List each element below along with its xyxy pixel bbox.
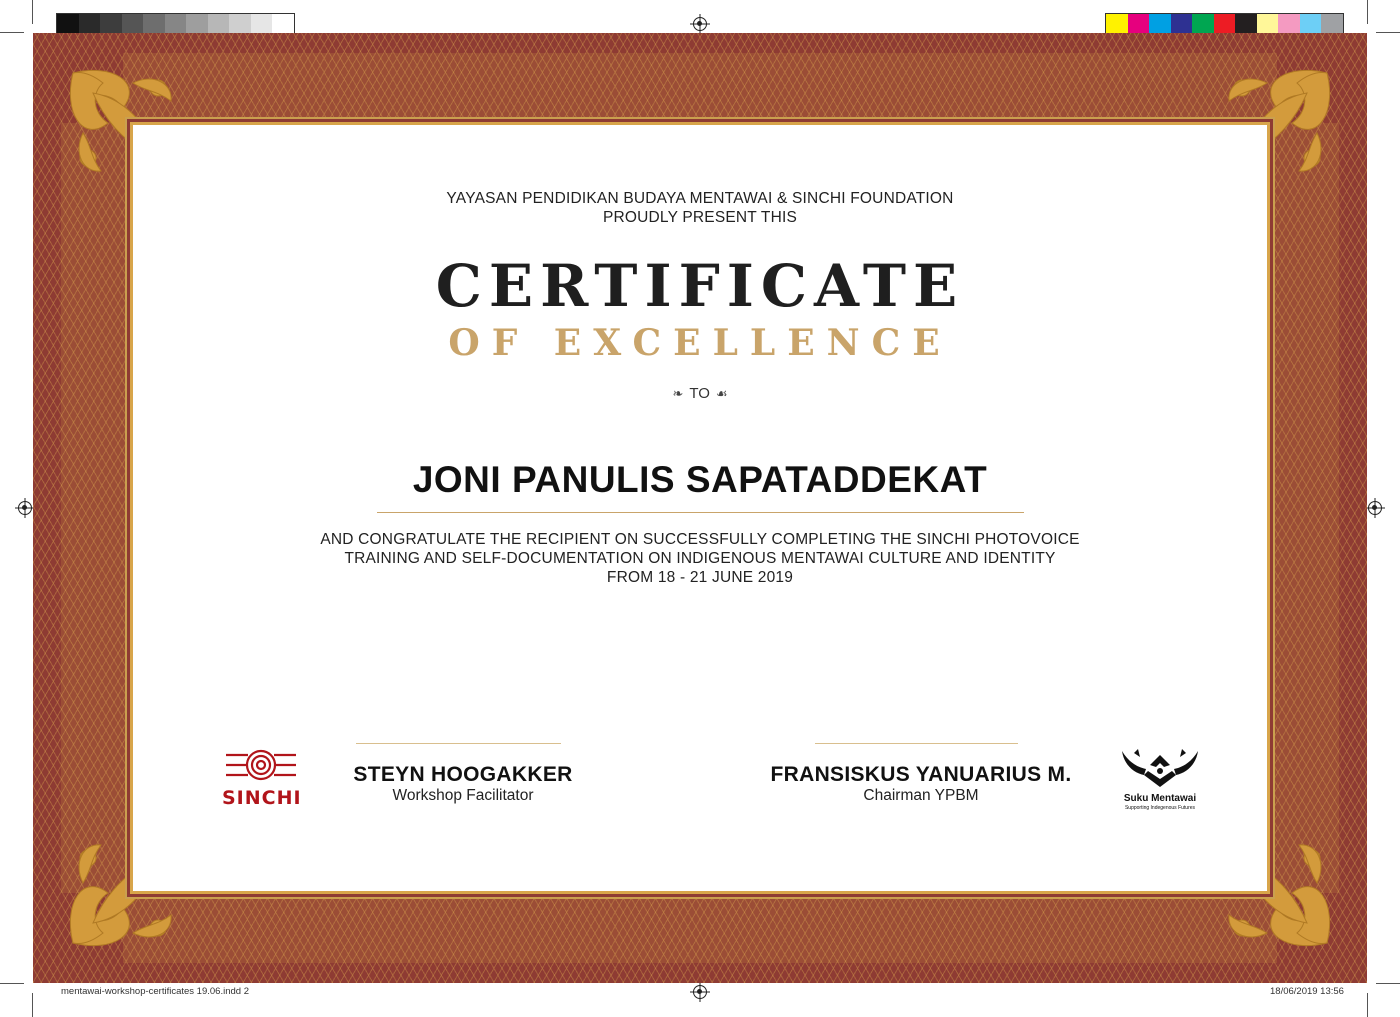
registration-mark-icon [1368, 501, 1382, 515]
body-line: TRAINING AND SELF-DOCUMENTATION ON INDIG… [344, 550, 1056, 567]
crop-mark [32, 993, 33, 1017]
registration-mark-icon [693, 17, 707, 31]
signatory-role-left: Workshop Facilitator [392, 787, 534, 804]
ornamental-band-left [61, 123, 127, 893]
body-line: AND CONGRATULATE THE RECIPIENT ON SUCCES… [320, 531, 1080, 548]
suku-mentawai-wordmark: Suku Mentawai [1123, 793, 1197, 804]
ornamental-band-top [123, 53, 1277, 119]
suku-mentawai-emblem-icon [1122, 749, 1198, 787]
slug-file-info: mentawai-workshop-certificates 19.06.ind… [61, 986, 249, 997]
certificate-panel [133, 125, 1267, 891]
slug-timestamp: 18/06/2019 13:56 [1270, 986, 1344, 997]
signatory-name-right: FRANSISKUS YANUARIUS M. [770, 763, 1072, 786]
presenter-text: YAYASAN PENDIDIKAN BUDAYA MENTAWAI & SIN… [0, 189, 1400, 227]
ornamental-band-right [1273, 123, 1339, 893]
registration-mark-icon [18, 501, 32, 515]
flourish-right-icon: ☙ [715, 387, 728, 402]
signature-line-left [356, 743, 561, 744]
recipient-name: JONI PANULIS SAPATADDEKAT [412, 459, 988, 500]
registration-mark-icon [693, 985, 707, 999]
crop-mark [0, 983, 24, 984]
sinchi-emblem-icon [226, 749, 296, 781]
certificate-title: CERTIFICATE [435, 252, 965, 320]
signatory-name-left: STEYN HOOGAKKER [353, 763, 573, 786]
crop-mark [32, 0, 33, 24]
body-line: FROM 18 - 21 JUNE 2019 [606, 569, 794, 586]
presenter-line: YAYASAN PENDIDIKAN BUDAYA MENTAWAI & SIN… [446, 190, 954, 207]
crop-mark [0, 32, 24, 33]
to-label: TO [689, 385, 710, 402]
certificate-subtitle: OF EXCELLENCE [448, 322, 952, 364]
suku-mentawai-tagline: Supporting Indegenous Futures [1124, 805, 1196, 811]
signature-line-right [815, 743, 1018, 744]
crop-mark [1376, 32, 1400, 33]
recipient-underline [377, 512, 1024, 513]
crop-mark [1367, 993, 1368, 1017]
ornamental-band-bottom [123, 897, 1277, 963]
suku-mentawai-logo: Suku Mentawai Supporting Indegenous Futu… [1114, 745, 1206, 815]
sinchi-logo: SINCHI [222, 747, 302, 813]
certificate-border [33, 33, 1367, 983]
crop-mark [1376, 983, 1400, 984]
signatory-role-right: Chairman YPBM [863, 787, 979, 804]
crop-mark [1367, 0, 1368, 24]
certificate-body: AND CONGRATULATE THE RECIPIENT ON SUCCES… [0, 530, 1400, 587]
to-label-row: ❧ TO ☙ [0, 385, 1400, 402]
presenter-line: PROUDLY PRESENT THIS [602, 209, 798, 226]
sinchi-wordmark: SINCHI [222, 787, 302, 809]
flourish-left-icon: ❧ [672, 387, 684, 402]
